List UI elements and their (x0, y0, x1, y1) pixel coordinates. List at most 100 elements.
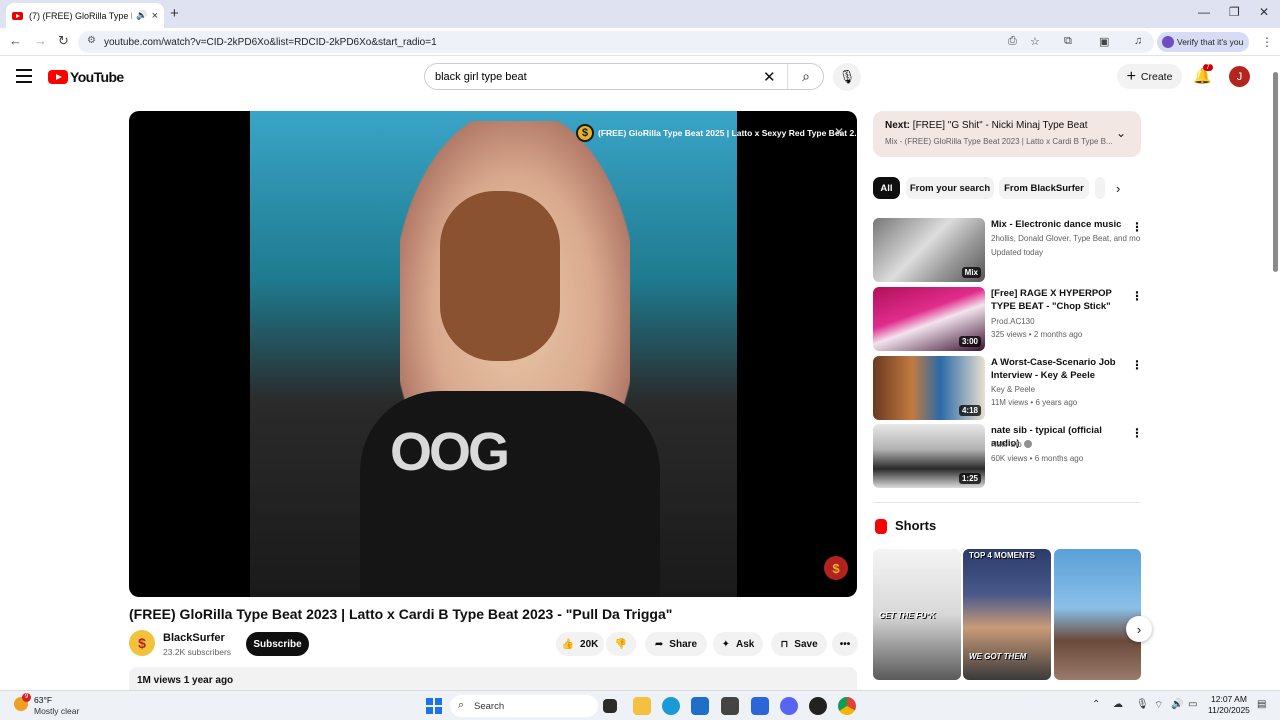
weather-badge: 9 (22, 693, 31, 702)
share-button[interactable]: ➦ Share (645, 632, 707, 656)
chevron-right-icon[interactable]: › (1116, 181, 1120, 196)
system-clock[interactable]: 12:07 AM 11/20/2025 (1208, 694, 1250, 716)
more-vertical-icon[interactable]: ⋮ (1131, 289, 1143, 303)
short-card[interactable] (1054, 549, 1141, 680)
channel-avatar[interactable]: $ (129, 630, 155, 656)
create-button[interactable]: + Create (1117, 64, 1182, 89)
bookmark-star-icon[interactable]: ☆ (1030, 35, 1040, 48)
forward-icon[interactable]: → (34, 33, 47, 48)
youtube-logo[interactable]: YouTube (48, 69, 124, 85)
video-thumbnail[interactable]: Mix (873, 218, 985, 282)
ask-button[interactable]: ✦ Ask (713, 632, 763, 656)
restore-icon[interactable]: ❐ (1229, 5, 1240, 19)
close-overlay-icon[interactable]: ✕ (834, 125, 844, 139)
show-hidden-icons-icon[interactable]: ⌃ (1092, 699, 1100, 710)
dislike-button[interactable]: 👎 (606, 632, 636, 656)
like-button[interactable]: 👍 20K (556, 632, 604, 656)
short-card[interactable]: GET THE FU*K (873, 549, 961, 680)
list-item[interactable]: 4:18 A Worst-Case-Scenario Job Interview… (873, 356, 1143, 420)
video-overlay-title[interactable]: $ (FREE) GloRilla Type Beat 2025 | Latto… (576, 123, 857, 143)
file-explorer-icon[interactable] (633, 697, 651, 715)
edge-icon[interactable] (662, 697, 680, 715)
save-label: Save (794, 638, 818, 650)
taskbar-search[interactable]: ⌕ Search (450, 695, 598, 717)
battery-icon[interactable]: ▭ (1188, 699, 1197, 710)
verify-identity-button[interactable]: Verify that it's you (1157, 32, 1249, 52)
scrollbar-thumb[interactable] (1273, 72, 1278, 272)
logo-text: YouTube (70, 69, 124, 85)
discord-icon[interactable] (780, 697, 798, 715)
clock-time: 12:07 AM (1211, 694, 1247, 704)
notification-center-icon[interactable]: ▤ (1257, 699, 1266, 710)
video-subject-face (440, 191, 560, 361)
windows-start-icon[interactable] (426, 698, 442, 714)
site-info-icon[interactable]: ⚙ (87, 35, 96, 46)
subscribe-button[interactable]: Subscribe (246, 632, 309, 656)
close-tab-icon[interactable]: × (152, 10, 158, 22)
chip-all[interactable]: All (873, 177, 900, 199)
task-view-icon[interactable] (603, 699, 617, 713)
page-scrollbar[interactable] (1271, 60, 1279, 690)
more-actions-button[interactable]: ••• (832, 632, 858, 656)
video-player[interactable]: OOG $ (FREE) GloRilla Type Beat 2025 | L… (129, 111, 857, 597)
list-item[interactable]: Mix Mix - Electronic dance music 2hollis… (873, 218, 1143, 282)
shorts-next-button[interactable]: › (1126, 616, 1152, 642)
minimize-icon[interactable]: — (1198, 5, 1210, 19)
more-vertical-icon[interactable]: ⋮ (1131, 358, 1143, 372)
video-thumbnail[interactable]: 1:25 (873, 424, 985, 488)
chip-from-channel[interactable]: From BlackSurfer (999, 177, 1089, 199)
app-icon[interactable] (809, 697, 827, 715)
back-icon[interactable]: ← (9, 33, 22, 48)
app-icon[interactable] (721, 697, 739, 715)
speaker-icon[interactable]: 🔊 (136, 10, 147, 21)
chip-overflow[interactable] (1095, 177, 1105, 199)
chevron-down-icon[interactable]: ⌄ (1116, 126, 1126, 140)
install-app-icon[interactable]: ⎙ (1008, 35, 1017, 48)
rec-title[interactable]: [Free] RAGE X HYPERPOP TYPE BEAT - "Chop… (991, 287, 1129, 313)
microphone-icon[interactable]: 🎙 (1136, 699, 1149, 710)
clear-search-icon[interactable]: ✕ (763, 68, 776, 86)
wifi-icon[interactable]: ⌔ (1154, 699, 1163, 712)
cloud-icon[interactable]: ☁ (1113, 699, 1123, 710)
up-next-panel[interactable]: Next: [FREE] "G Shit" - Nicki Minaj Type… (873, 111, 1141, 157)
rec-channel[interactable]: Nate Sib (991, 440, 1141, 449)
rec-channel[interactable]: Prod.AC130 (991, 317, 1141, 326)
more-vertical-icon[interactable]: ⋮ (1131, 426, 1143, 440)
extensions-icon[interactable]: ⧉ (1064, 35, 1072, 48)
notifications-button[interactable]: 🔔 7 (1193, 64, 1213, 85)
new-tab-icon[interactable]: + (170, 5, 179, 22)
split-view-icon[interactable]: ▣ (1099, 35, 1109, 48)
search-button[interactable]: ⌕ (787, 64, 824, 89)
browser-tab[interactable]: (7) (FREE) GloRilla Type Beat 🔊 × (6, 3, 164, 28)
account-avatar[interactable]: J (1229, 66, 1250, 87)
browser-menu-icon[interactable]: ⋮ (1261, 35, 1273, 49)
video-title: (FREE) GloRilla Type Beat 2023 | Latto x… (129, 606, 673, 622)
short-card[interactable]: TOP 4 MOMENTS WE GOT THEM (963, 549, 1051, 680)
list-item[interactable]: 3:00 [Free] RAGE X HYPERPOP TYPE BEAT - … (873, 287, 1143, 351)
url-field[interactable]: ⚙ youtube.com/watch?v=CID-2kPD6Xo&list=R… (78, 31, 1154, 53)
shorts-icon (875, 519, 887, 534)
editor-icon[interactable] (751, 697, 769, 715)
rec-channel[interactable]: Key & Peele (991, 385, 1141, 394)
save-button[interactable]: ⊓ Save (771, 632, 827, 656)
chrome-icon[interactable] (838, 697, 856, 715)
reload-icon[interactable]: ↻ (58, 33, 69, 49)
search-box: ✕ ⌕ (424, 63, 824, 90)
menu-icon[interactable] (16, 69, 32, 87)
search-input[interactable] (435, 70, 755, 83)
more-vertical-icon[interactable]: ⋮ (1131, 220, 1143, 234)
video-thumbnail[interactable]: 3:00 (873, 287, 985, 351)
channel-watermark-icon[interactable]: $ (824, 556, 848, 580)
rec-title[interactable]: Mix - Electronic dance music (991, 218, 1129, 231)
close-window-icon[interactable]: ✕ (1259, 5, 1269, 19)
list-item[interactable]: 1:25 nate sib - typical (official audio)… (873, 424, 1143, 488)
media-control-icon[interactable]: ♫ (1134, 35, 1142, 47)
store-icon[interactable] (691, 697, 709, 715)
video-thumbnail[interactable]: 4:18 (873, 356, 985, 420)
channel-name[interactable]: BlackSurfer (163, 632, 225, 644)
volume-icon[interactable]: 🔊 (1171, 699, 1183, 710)
up-next-label: Next: (885, 120, 911, 131)
rec-title[interactable]: A Worst-Case-Scenario Job Interview - Ke… (991, 356, 1129, 382)
chip-from-your-search[interactable]: From your search (906, 177, 994, 199)
voice-search-button[interactable]: 🎙 (833, 63, 861, 91)
